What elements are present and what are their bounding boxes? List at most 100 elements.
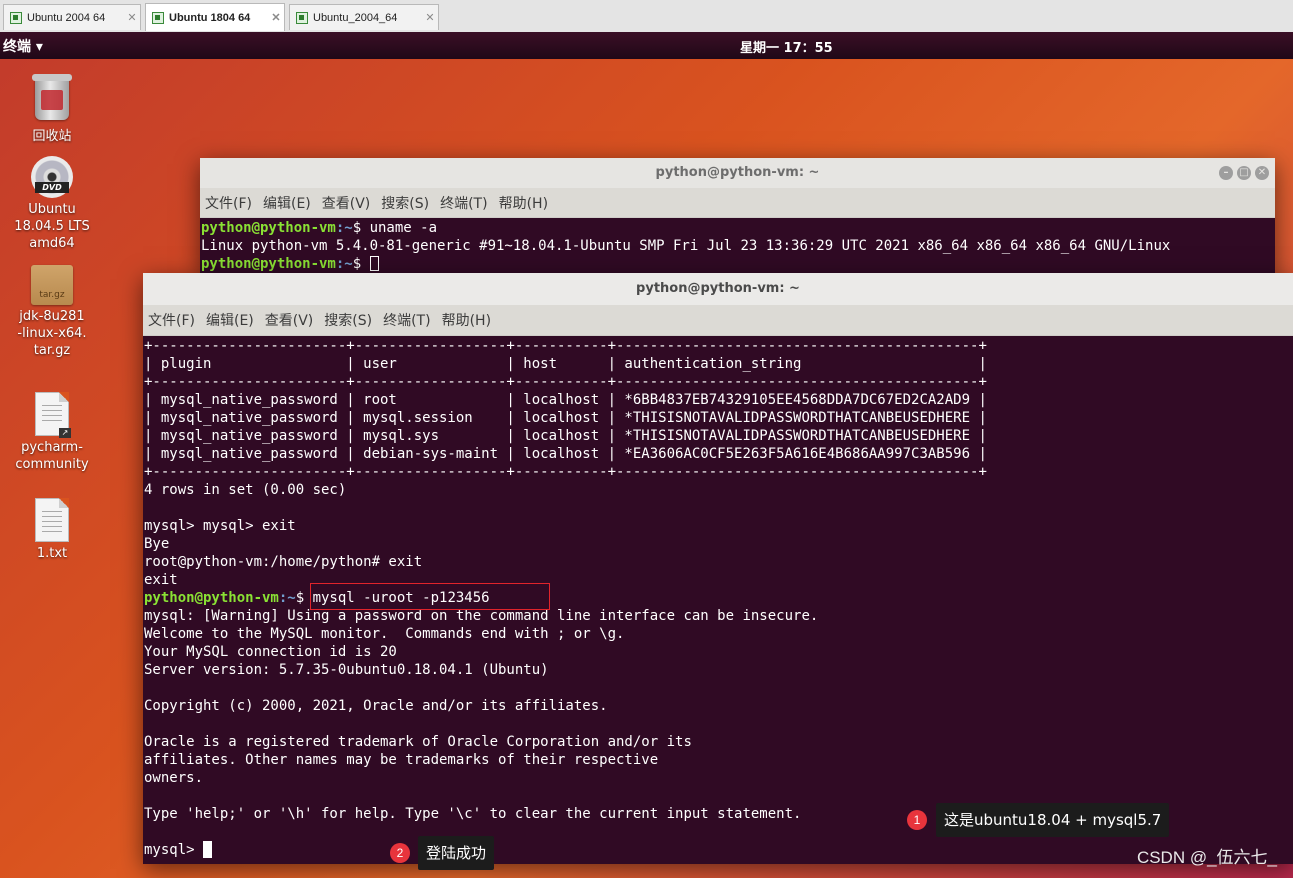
terminal-line: root@python-vm:/home/python# exit (144, 554, 423, 570)
terminal-line: Bye (144, 536, 170, 552)
menu-search[interactable]: 搜索(S) (324, 310, 372, 330)
mysql-prompt-line: mysql> (144, 841, 1293, 859)
desktop-icon-trash[interactable]: 回收站 (7, 74, 97, 145)
script-icon: ↗ (35, 392, 71, 438)
vm-icon (296, 11, 308, 24)
terminal-menubar: 文件(F) 编辑(E) 查看(V) 搜索(S) 终端(T) 帮助(H) (143, 305, 1293, 336)
terminal-line: Linux python-vm 5.4.0-81-generic #91~18.… (201, 238, 1171, 254)
annotation-badge-1: 1 (907, 810, 927, 830)
desktop-icon-dvd[interactable]: DVD Ubuntu 18.04.5 LTS amd64 (7, 156, 97, 252)
desktop-icon-label: Ubuntu 18.04.5 LTS amd64 (14, 202, 90, 251)
desktop-icon-1txt[interactable]: 1.txt (7, 498, 97, 562)
desktop-icon-label: 1.txt (36, 546, 68, 561)
window-title: python@python-vm: ~ (655, 165, 820, 180)
terminal-line: Welcome to the MySQL monitor. Commands e… (144, 626, 625, 642)
prompt-user: python@python-vm (201, 256, 336, 272)
terminal-line: Server version: 5.7.35-0ubuntu0.18.04.1 … (144, 662, 549, 678)
terminal-line: python@python-vm:~$ (201, 255, 1275, 273)
close-icon[interactable]: ✕ (124, 11, 140, 24)
annotation-note-1: 这是ubuntu18.04 + mysql5.7 (936, 803, 1170, 837)
highlight-box (310, 583, 550, 610)
prompt-sign: $ (352, 256, 370, 272)
close-icon[interactable]: ✕ (268, 11, 284, 24)
desktop-icon-label: jdk-8u281-linux-x64.tar.gz (17, 309, 87, 358)
text-cursor (369, 256, 379, 271)
table-row: | mysql_native_password | debian-sys-mai… (144, 446, 987, 462)
vm-tab-label: Ubuntu 1804 64 (169, 11, 251, 24)
shortcut-arrow-icon: ↗ (59, 428, 71, 438)
table-row: | mysql_native_password | mysql.sys | lo… (144, 428, 987, 444)
terminal-line: Oracle is a registered trademark of Orac… (144, 734, 692, 750)
vm-icon (152, 11, 164, 24)
dvd-icon: DVD (31, 156, 73, 198)
terminal-output[interactable]: python@python-vm:~$ uname -a Linux python… (200, 218, 1275, 276)
gnome-top-bar: 终端 ▾ 星期一 17：55 (0, 32, 1293, 59)
vm-tab-label: Ubuntu 2004 64 (27, 11, 106, 24)
table-row: | mysql_native_password | root | localho… (144, 392, 987, 408)
terminal-titlebar[interactable]: python@python-vm: ~ – □ ✕ (200, 158, 1275, 188)
menu-view[interactable]: 查看(V) (265, 310, 314, 330)
maximize-icon[interactable]: □ (1237, 166, 1251, 180)
menu-help[interactable]: 帮助(H) (442, 310, 491, 330)
annotation-note-2: 登陆成功 (418, 836, 495, 870)
desktop-icon-label: pycharm-community (15, 440, 89, 472)
terminal-line: owners. (144, 770, 204, 786)
clock[interactable]: 星期一 17：55 (740, 37, 833, 56)
command-text: uname -a (369, 220, 438, 236)
menu-search[interactable]: 搜索(S) (381, 193, 429, 213)
archive-icon: tar.gz (31, 265, 73, 305)
archive-badge: tar.gz (39, 290, 65, 300)
table-border: +-----------------------+---------------… (144, 338, 987, 354)
vm-tab-ubuntu2004[interactable]: Ubuntu 2004 64 ✕ (3, 4, 141, 30)
table-row: | mysql_native_password | mysql.session … (144, 410, 987, 426)
terminal-line: Your MySQL connection id is 20 (144, 644, 397, 660)
mysql-prompt: mysql> (144, 842, 204, 858)
menu-edit[interactable]: 编辑(E) (206, 310, 254, 330)
menu-help[interactable]: 帮助(H) (499, 193, 548, 213)
table-border: +-----------------------+---------------… (144, 374, 987, 390)
menu-file[interactable]: 文件(F) (205, 193, 252, 213)
terminal-window-front[interactable]: python@python-vm: ~ 文件(F) 编辑(E) 查看(V) 搜索… (143, 273, 1293, 864)
terminal-titlebar[interactable]: python@python-vm: ~ (143, 273, 1293, 305)
terminal-line: Copyright (c) 2000, 2021, Oracle and/or … (144, 698, 608, 714)
window-title: python@python-vm: ~ (636, 281, 800, 296)
vm-tab-strip: Ubuntu 2004 64 ✕ Ubuntu 1804 64 ✕ Ubuntu… (0, 0, 1293, 33)
terminal-line: python@python-vm:~$ uname -a (201, 219, 1275, 237)
table-border: +-----------------------+---------------… (144, 464, 987, 480)
terminal-line: mysql> mysql> exit (144, 518, 296, 534)
vm-icon (10, 11, 22, 24)
text-file-icon (35, 498, 69, 542)
desktop-icon-jdk-archive[interactable]: tar.gz jdk-8u281-linux-x64.tar.gz (7, 265, 97, 359)
menu-terminal[interactable]: 终端(T) (383, 310, 430, 330)
trash-icon (32, 74, 72, 120)
rows-in-set: 4 rows in set (0.00 sec) (144, 482, 347, 498)
close-icon[interactable]: ✕ (1255, 166, 1269, 180)
vm-tab-ubuntu1804[interactable]: Ubuntu 1804 64 ✕ (145, 3, 285, 31)
table-header: | plugin | user | host | authentication_… (144, 356, 987, 372)
prompt-path: :~ (335, 220, 353, 236)
menu-file[interactable]: 文件(F) (148, 310, 195, 330)
terminal-menubar: 文件(F) 编辑(E) 查看(V) 搜索(S) 终端(T) 帮助(H) (200, 188, 1275, 218)
desktop-icon-label: 回收站 (32, 129, 72, 144)
vm-tab-ubuntu2004-b[interactable]: Ubuntu_2004_64 ✕ (289, 4, 439, 30)
menu-view[interactable]: 查看(V) (322, 193, 371, 213)
menu-terminal[interactable]: 终端(T) (440, 193, 487, 213)
prompt-sign: $ (352, 220, 370, 236)
vm-tab-label: Ubuntu_2004_64 (313, 11, 398, 24)
app-menu[interactable]: 终端 ▾ (3, 36, 43, 56)
watermark: CSDN @_伍六七_ (1136, 848, 1277, 867)
prompt-path: :~ (335, 256, 353, 272)
menu-edit[interactable]: 编辑(E) (263, 193, 311, 213)
desktop-icon-pycharm[interactable]: ↗ pycharm-community (7, 392, 97, 473)
minimize-icon[interactable]: – (1219, 166, 1233, 180)
text-cursor (203, 841, 213, 858)
terminal-line: affiliates. Other names may be trademark… (144, 752, 659, 768)
close-icon[interactable]: ✕ (422, 11, 438, 24)
terminal-window-back[interactable]: python@python-vm: ~ – □ ✕ 文件(F) 编辑(E) 查看… (200, 158, 1275, 276)
prompt-user: python@python-vm (201, 220, 336, 236)
prompt-path: :~ (278, 590, 296, 606)
annotation-badge-2: 2 (390, 843, 410, 863)
